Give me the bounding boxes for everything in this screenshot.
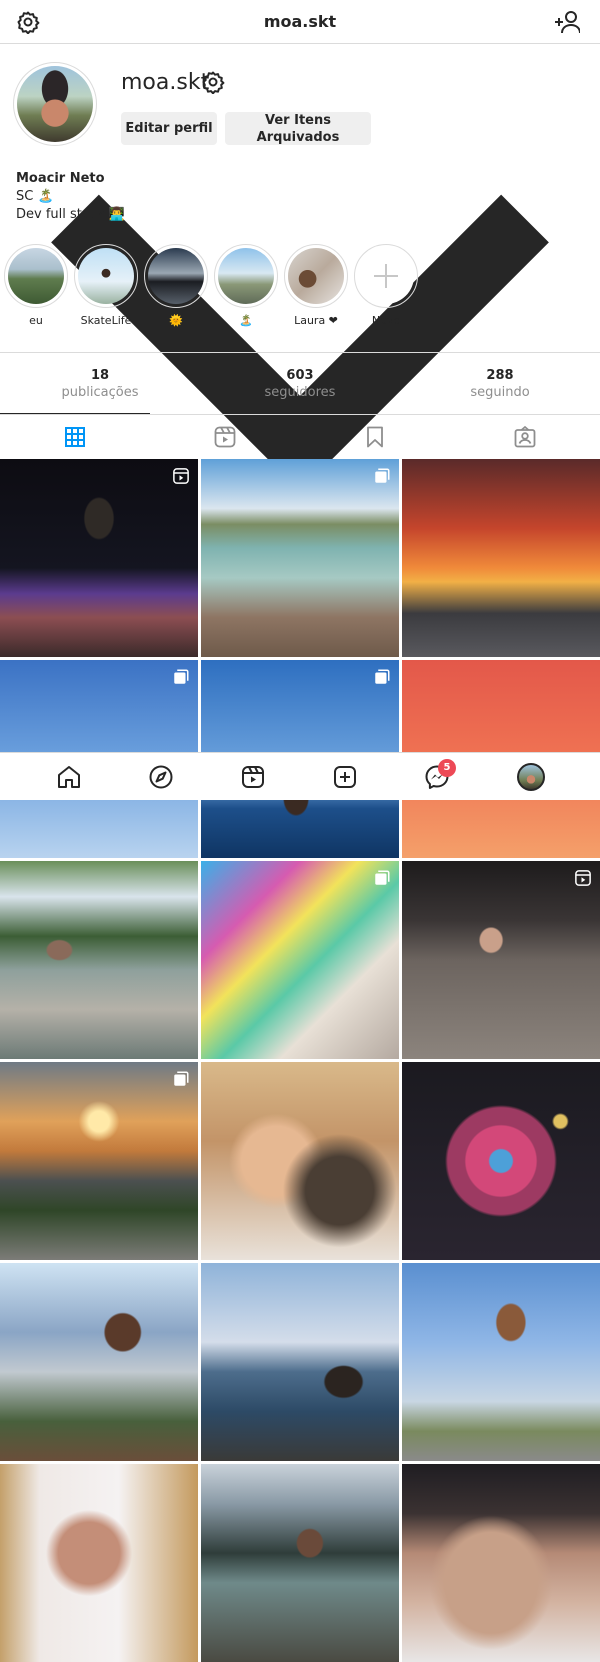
grid-post[interactable] <box>402 1263 600 1461</box>
story-highlights: eu SkateLife 🌞 🏝️ Laura ❤ Novo <box>0 244 600 334</box>
grid-post[interactable] <box>0 1062 198 1260</box>
highlight-ring <box>144 244 208 308</box>
highlight-cover <box>8 248 64 304</box>
grid-post[interactable] <box>0 1464 198 1662</box>
highlight-item[interactable]: eu <box>4 244 68 327</box>
grid-tab-icon[interactable] <box>63 425 87 449</box>
carousel-icon <box>174 669 189 684</box>
content-tabs <box>0 414 600 458</box>
grid-post[interactable] <box>402 1464 600 1662</box>
bio-name: Moacir Neto <box>16 171 105 186</box>
highlight-ring <box>74 244 138 308</box>
avatar-image <box>17 66 93 142</box>
grid-post[interactable] <box>201 459 399 657</box>
stat-posts[interactable]: 18 publicações <box>0 368 200 400</box>
profile-avatar-tab[interactable] <box>517 763 545 791</box>
highlight-label: Novo <box>371 314 401 327</box>
home-icon[interactable] <box>56 764 82 790</box>
reels-icon[interactable] <box>240 764 266 790</box>
highlight-item[interactable]: 🌞 <box>144 244 208 327</box>
header-username: moa.skt <box>263 12 337 31</box>
plus-icon <box>374 264 398 288</box>
highlight-label: 🏝️ <box>239 314 253 327</box>
new-post-icon[interactable] <box>332 764 358 790</box>
highlight-cover <box>78 248 134 304</box>
edit-profile-button[interactable]: Editar perfil <box>121 112 217 145</box>
carousel-icon <box>375 870 390 885</box>
view-archive-button[interactable]: Ver Itens Arquivados <box>225 112 371 145</box>
bottom-navigation: 5 <box>0 752 600 800</box>
grid-post[interactable] <box>201 1263 399 1461</box>
explore-icon[interactable] <box>148 764 174 790</box>
grid-post[interactable] <box>0 1263 198 1461</box>
carousel-icon <box>375 669 390 684</box>
highlight-label: Laura ❤ <box>294 314 338 327</box>
highlight-ring <box>4 244 68 308</box>
stat-label: publicações <box>61 385 139 400</box>
highlight-cover <box>358 248 414 304</box>
stat-following[interactable]: 288 seguindo <box>400 368 600 400</box>
highlight-ring <box>214 244 278 308</box>
highlight-item[interactable]: 🏝️ <box>214 244 278 327</box>
grid-post[interactable] <box>201 1062 399 1260</box>
bio-line: SC 🏝️ <box>16 189 54 204</box>
highlight-cover <box>148 248 204 304</box>
highlight-item[interactable]: Laura ❤ <box>284 244 348 327</box>
stat-value: 288 <box>486 368 514 383</box>
profile-avatar[interactable] <box>13 62 97 146</box>
grid-post[interactable] <box>402 459 600 657</box>
highlight-item[interactable]: SkateLife <box>74 244 138 327</box>
highlight-ring <box>354 244 418 308</box>
reel-icon <box>173 468 189 484</box>
grid-post[interactable] <box>0 459 198 657</box>
settings-gear-icon[interactable] <box>201 70 225 94</box>
highlight-label: eu <box>29 314 43 327</box>
grid-post[interactable] <box>201 1464 399 1662</box>
bio: Moacir Neto SC 🏝️ Dev full stack 👨‍💻 <box>16 170 125 224</box>
stat-followers[interactable]: 603 seguidores <box>200 368 400 400</box>
stat-value: 603 <box>286 368 314 383</box>
stat-value: 18 <box>90 368 110 383</box>
stat-label: seguindo <box>470 385 530 400</box>
reels-tab-icon[interactable] <box>213 425 237 449</box>
saved-tab-icon[interactable] <box>363 425 387 449</box>
carousel-icon <box>174 1071 189 1086</box>
grid-post[interactable] <box>402 861 600 1059</box>
top-bar: moa.skt <box>0 0 600 492</box>
stat-label: seguidores <box>264 385 336 400</box>
grid-post[interactable] <box>201 861 399 1059</box>
new-highlight-button[interactable]: Novo <box>354 244 418 327</box>
profile-username: moa.skt <box>121 70 210 95</box>
bio-line: Dev full stack 👨‍💻 <box>16 207 125 222</box>
add-person-icon[interactable] <box>554 10 580 34</box>
tagged-tab-icon[interactable] <box>513 425 537 449</box>
profile-stats: 18 publicações 603 seguidores 288 seguin… <box>0 352 600 414</box>
grid-post[interactable] <box>0 861 198 1059</box>
highlight-cover <box>288 248 344 304</box>
notification-badge: 5 <box>438 759 456 777</box>
reel-icon <box>575 870 591 886</box>
highlight-cover <box>218 248 274 304</box>
grid-post[interactable] <box>402 1062 600 1260</box>
highlight-ring <box>284 244 348 308</box>
highlight-label: 🌞 <box>169 314 183 327</box>
carousel-icon <box>375 468 390 483</box>
highlight-label: SkateLife <box>80 314 132 327</box>
